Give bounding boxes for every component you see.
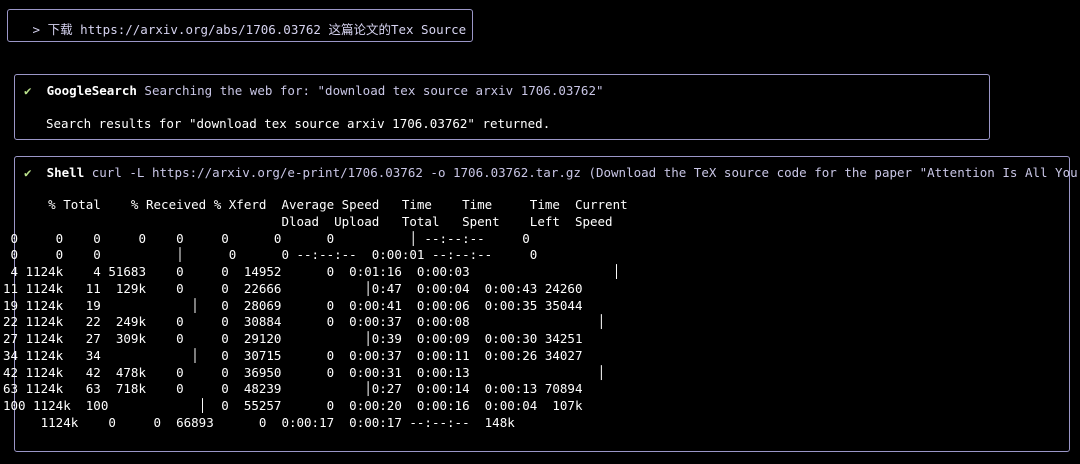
tool-call-header: ✔ Shell curl -L https://arxiv.org/e-prin… [24,165,1080,182]
tool-name: Shell [46,165,85,180]
tool-name: GoogleSearch [46,83,137,98]
tool-call-header: ✔ GoogleSearch Searching the web for: "d… [24,83,604,100]
prompt-text: > 下载 https://arxiv.org/abs/1706.03762 这篇… [25,22,467,37]
tool-result: Search results for "download tex source … [46,116,551,131]
shell-output-row: 4 1124k 4 51683 0 0 14952 0 0:01:16 0:00… [3,264,621,279]
shell-output-row: 11 1124k 11 129k 0 0 22666 │0:47 0:00:04… [3,280,583,296]
check-icon: ✔ [24,165,32,180]
shell-output-row: 19 1124k 19 │ 0 28069 0 0:00:41 0:00:06 … [3,297,583,313]
shell-output-row: 0 0 0 0 0 0 0 0 │ --:--:-- 0 [3,230,530,246]
tool-description: curl -L https://arxiv.org/e-print/1706.0… [84,165,1080,180]
shell-output-row: 27 1124k 27 309k 0 0 29120 │0:39 0:00:09… [3,331,583,346]
check-icon: ✔ [24,83,32,98]
shell-output-row: 63 1124k 63 718k 0 0 48239 │0:27 0:00:14… [3,381,583,397]
shell-output-row: 42 1124k 42 478k 0 0 36950 0 0:00:31 0:0… [3,364,606,380]
shell-output-row: 0 0 0 │ 0 0 --:--:-- 0:00:01 --:--:-- 0 [3,247,538,263]
tool-description: Searching the web for: "download tex sou… [136,83,604,98]
prompt-box: > 下载 https://arxiv.org/abs/1706.03762 这篇… [7,9,473,42]
shell-output-row: 1124k 0 0 66893 0 0:00:17 0:00:17 --:--:… [3,414,515,430]
shell-header-line-1: % Total % Received % Xferd Average Speed… [3,197,628,212]
shell-output-row: 34 1124k 34 │ 0 30715 0 0:00:37 0:00:11 … [3,347,583,363]
shell-output-row: 100 1124k 100 │ 0 55257 0 0:00:20 0:00:1… [3,398,583,413]
shell-output-row: 22 1124k 22 249k 0 0 30884 0 0:00:37 0:0… [3,314,606,330]
tool-call-google-search: ✔ GoogleSearch Searching the web for: "d… [14,74,990,140]
shell-header-line-2: Dload Upload Total Spent Left Speed [3,213,613,229]
shell-output: % Total % Received % Xferd Average Speed… [3,197,628,432]
